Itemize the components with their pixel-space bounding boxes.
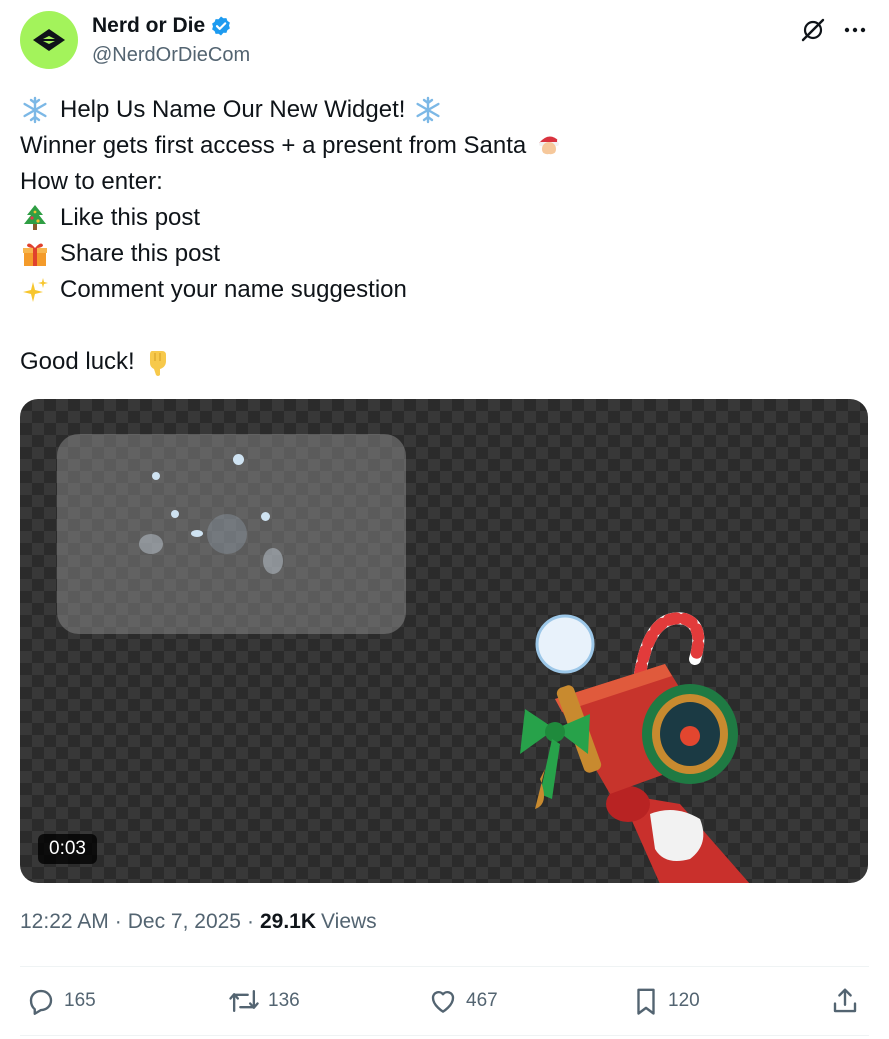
bookmark-icon (637, 988, 655, 1015)
share-button[interactable] (830, 986, 868, 1016)
tweet-line-text: Help Us Name Our New Widget! (60, 96, 406, 123)
tweet-line: Good luck! (20, 344, 860, 380)
snow-particle (261, 512, 270, 521)
snow-particle (139, 534, 163, 554)
christmas-tree-emoji-icon (20, 203, 50, 233)
reply-button[interactable]: 165 (26, 986, 96, 1016)
santa-emoji-icon (534, 131, 564, 161)
tweet-line-text: Winner gets first access + a present fro… (20, 132, 527, 159)
bookmark-button[interactable]: 120 (632, 986, 700, 1016)
action-bar: 165 136 467 120 (20, 970, 869, 1032)
tweet-line: Share this post (20, 236, 860, 272)
repost-icon (229, 989, 259, 1013)
tweet-line-text: Good luck! (20, 348, 135, 375)
snowball-cannon-image (520, 612, 750, 883)
bookmark-count: 120 (668, 990, 700, 1011)
tweet-line: How to enter: (20, 164, 860, 200)
repost-button[interactable]: 136 (228, 986, 300, 1016)
avatar[interactable] (20, 11, 78, 69)
like-button[interactable]: 467 (428, 986, 498, 1016)
views-count[interactable]: 29.1K (260, 910, 316, 934)
tweet-line: Winner gets first access + a present fro… (20, 128, 860, 164)
video-player[interactable]: 0:03 (20, 399, 868, 883)
share-icon (833, 988, 857, 1013)
snow-particle (263, 548, 283, 574)
tweet-text: Help Us Name Our New Widget! Winner gets… (20, 92, 860, 380)
tweet-header: Nerd or Die @NerdOrDieCom (20, 10, 869, 72)
verified-badge-icon[interactable] (210, 15, 232, 37)
tweet-line-text: How to enter: (20, 168, 163, 195)
video-duration: 0:03 (38, 834, 97, 864)
divider (20, 1035, 869, 1036)
divider (20, 966, 869, 967)
snowflake-emoji-icon (413, 95, 443, 125)
snow-particle (233, 454, 244, 465)
snow-particle (207, 514, 247, 554)
grok-icon[interactable] (799, 16, 827, 44)
meta-separator: · (246, 910, 254, 933)
nerd-or-die-logo-icon (33, 29, 65, 51)
repost-count: 136 (268, 990, 300, 1011)
snow-particle (191, 530, 203, 537)
tweet-line: Like this post (20, 200, 860, 236)
snowflake-emoji-icon (20, 95, 50, 125)
more-options-icon[interactable] (841, 16, 869, 44)
snow-particle (171, 510, 179, 518)
tweet-line-text: Share this post (60, 240, 221, 267)
pointing-down-emoji-icon (143, 347, 173, 377)
meta-separator: · (114, 910, 122, 933)
views-label: Views (321, 910, 377, 933)
tweet-line-text: Comment your name suggestion (60, 276, 407, 303)
handle[interactable]: @NerdOrDieCom (92, 44, 250, 67)
tweet-meta: 12:22 AM · Dec 7, 2025 · 29.1K Views (20, 910, 377, 934)
sparkles-emoji-icon (20, 275, 50, 305)
tweet-line: Comment your name suggestion (20, 272, 860, 308)
tweet-line: Help Us Name Our New Widget! (20, 92, 860, 128)
display-name[interactable]: Nerd or Die (92, 14, 205, 38)
heart-icon (431, 990, 455, 1013)
tweet-line-text: Like this post (60, 204, 201, 231)
like-count: 467 (466, 990, 498, 1011)
post-time[interactable]: 12:22 AM (20, 910, 109, 934)
reply-count: 165 (64, 990, 96, 1011)
gift-emoji-icon (20, 239, 50, 269)
post-date[interactable]: Dec 7, 2025 (128, 910, 241, 934)
snow-effect-panel (57, 434, 406, 634)
reply-icon (29, 989, 53, 1015)
snow-particle (152, 472, 160, 480)
